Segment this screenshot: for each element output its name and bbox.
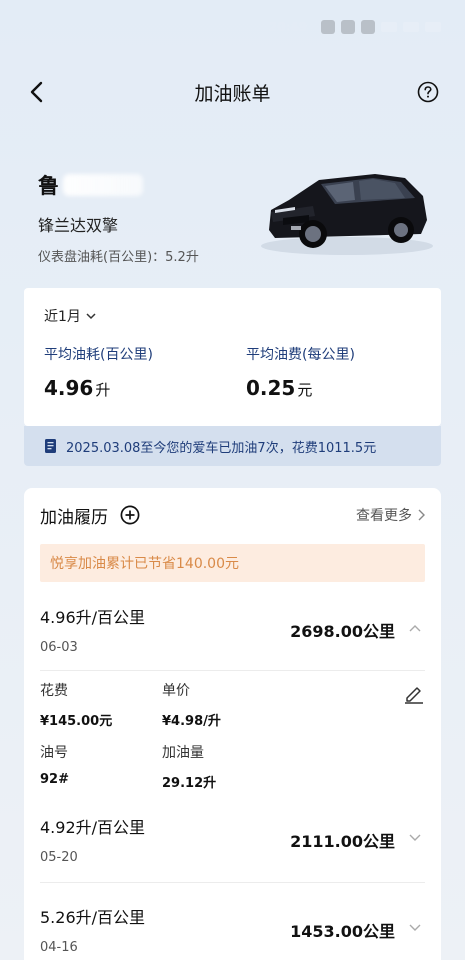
notification-icon	[321, 20, 335, 34]
avg-cost: 平均油费(每公里) 0.25 元	[246, 344, 355, 400]
chevron-up-icon[interactable]	[409, 624, 421, 632]
document-icon	[45, 439, 56, 453]
history-title: 加油履历	[40, 507, 108, 528]
page-title: 加油账单	[194, 82, 271, 105]
avg-cost-label: 平均油费(每公里)	[246, 347, 355, 363]
dashboard-consumption: 仪表盘油耗(百公里)：5.2升	[38, 250, 199, 265]
car-info: 鲁 锋兰达双擎 仪表盘油耗(百公里)：5.2升	[38, 170, 199, 265]
refuel-history-card: 加油履历 查看更多 悦享加油累计已节省140.00元 4.96升/百公里 06-…	[24, 488, 441, 960]
avg-cost-value: 0.25 元	[246, 376, 355, 400]
notification-icon	[341, 20, 355, 34]
avg-cost-unit: 元	[297, 381, 313, 399]
detail-cost: 花费 ¥145.00元	[40, 680, 112, 729]
plate-redaction	[63, 174, 143, 196]
license-plate: 鲁	[38, 170, 199, 200]
entry-date: 04-16	[40, 940, 78, 955]
notification-icon	[361, 20, 375, 34]
help-icon[interactable]	[417, 81, 439, 103]
wifi-icon	[381, 22, 397, 32]
entry-date: 06-03	[40, 640, 78, 655]
detail-grade: 油号 92#	[40, 742, 69, 787]
view-more-label: 查看更多	[356, 508, 412, 524]
chevron-down-icon[interactable]	[409, 924, 421, 932]
history-entry[interactable]: 4.92升/百公里 05-20 2111.00公里	[40, 814, 425, 865]
detail-amount: 加油量 29.12升	[162, 742, 216, 791]
detail-cost-value: ¥145.00元	[40, 714, 113, 729]
detail-amount-label: 加油量	[162, 745, 204, 761]
battery-icon	[425, 22, 441, 32]
period-label: 近1月	[44, 309, 81, 325]
status-bar: 20:49	[0, 14, 465, 40]
car-image	[261, 174, 433, 255]
back-arrow-icon[interactable]	[26, 80, 48, 104]
refuel-summary-banner: 2025.03.08至今您的爱车已加油7次，花费1011.5元	[24, 426, 441, 466]
avg-cost-number: 0.25	[246, 376, 296, 400]
edit-pencil-icon[interactable]	[403, 682, 425, 704]
entry-distance: 2111.00公里	[290, 832, 395, 851]
avg-consumption-unit: 升	[95, 381, 111, 399]
view-more-link[interactable]: 查看更多	[356, 505, 425, 525]
divider	[40, 882, 425, 883]
nav-bar: 加油账单	[0, 70, 465, 114]
car-model: 锋兰达双擎	[38, 216, 119, 235]
detail-price: 单价 ¥4.98/升	[162, 680, 221, 729]
detail-grade-label: 油号	[40, 745, 68, 761]
detail-grade-value: 92#	[40, 772, 69, 787]
history-entry[interactable]: 4.96升/百公里 06-03 2698.00公里	[40, 604, 425, 655]
summary-card: 近1月 平均油耗(百公里) 4.96 升 平均油费(每公里) 0.25 元	[24, 288, 441, 426]
banner-text: 2025.03.08至今您的爱车已加油7次，花费1011.5元	[66, 440, 377, 456]
period-selector[interactable]: 近1月	[44, 306, 96, 326]
entry-detail: 花费 ¥145.00元 单价 ¥4.98/升 油号 92# 加油量 29.12升	[40, 680, 425, 800]
avg-consumption-value: 4.96 升	[44, 376, 153, 400]
history-header: 加油履历 查看更多	[40, 502, 425, 528]
avg-consumption-number: 4.96	[44, 376, 94, 400]
avg-consumption-label: 平均油耗(百公里)	[44, 347, 153, 363]
plate-prefix: 鲁	[38, 174, 59, 198]
detail-price-value: ¥4.98/升	[162, 714, 221, 729]
chevron-down-icon	[86, 312, 96, 319]
signal-icon	[403, 22, 419, 32]
chevron-down-icon[interactable]	[409, 834, 421, 842]
avg-consumption: 平均油耗(百公里) 4.96 升	[44, 344, 153, 400]
detail-amount-value: 29.12升	[162, 776, 217, 791]
detail-price-label: 单价	[162, 683, 190, 699]
chevron-right-icon	[418, 509, 425, 521]
history-entry[interactable]: 5.26升/百公里 04-16 1453.00公里	[40, 904, 425, 955]
divider	[40, 670, 425, 671]
detail-cost-label: 花费	[40, 683, 68, 699]
entry-distance: 1453.00公里	[290, 922, 395, 941]
add-circle-icon[interactable]	[120, 505, 140, 525]
entry-date: 05-20	[40, 850, 78, 865]
entry-distance: 2698.00公里	[290, 622, 395, 641]
status-time: 20:49	[268, 20, 307, 34]
savings-notice: 悦享加油累计已节省140.00元	[40, 544, 425, 582]
